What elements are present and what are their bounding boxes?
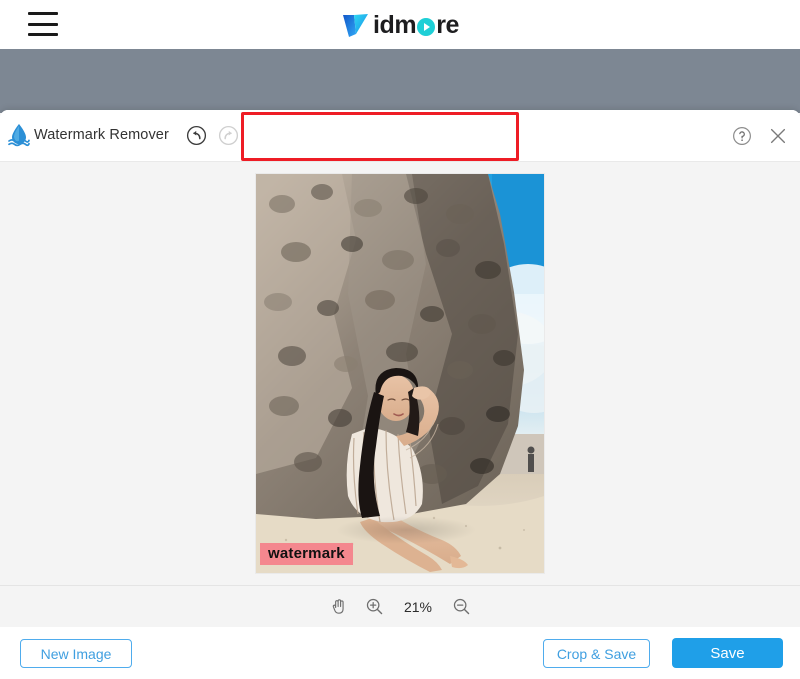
- brand-name-post: re: [436, 13, 459, 38]
- site-header: idm re: [0, 0, 800, 49]
- brand-name-pre: idm: [373, 13, 416, 38]
- photo-preview[interactable]: watermark: [256, 174, 544, 573]
- app-title: Watermark Remover: [34, 127, 169, 143]
- save-button[interactable]: Save: [672, 638, 783, 668]
- brand-play-o-icon: [417, 18, 435, 36]
- editor-footer: New Image Crop & Save Save: [0, 627, 800, 679]
- brand-name: idm re: [373, 13, 459, 38]
- watermark-overlay[interactable]: watermark: [260, 543, 353, 565]
- brand-logo[interactable]: idm re: [0, 0, 800, 49]
- zoom-out-icon[interactable]: [452, 597, 471, 616]
- editor-toolbar: Watermark Remover: [0, 110, 800, 162]
- zoom-controls-bar: 21%: [0, 585, 800, 627]
- vidmore-v-logo-icon: [341, 10, 371, 40]
- toolbar-right-controls: [732, 126, 788, 146]
- watermark-remover-panel: Watermark Remover: [0, 110, 800, 679]
- app-identity: Watermark Remover: [8, 123, 169, 147]
- beach-photo-image: [256, 174, 544, 573]
- help-question-icon[interactable]: [732, 126, 752, 146]
- image-canvas[interactable]: watermark: [0, 162, 800, 585]
- water-drop-icon: [8, 123, 30, 147]
- zoom-in-icon[interactable]: [365, 597, 384, 616]
- new-image-button[interactable]: New Image: [20, 639, 132, 668]
- history-controls: [186, 125, 239, 146]
- app-root: idm re Watermark Remover: [0, 0, 800, 679]
- undo-arrow-icon[interactable]: [186, 125, 207, 146]
- redo-arrow-icon[interactable]: [218, 125, 239, 146]
- close-x-icon[interactable]: [768, 126, 788, 146]
- hand-pan-icon[interactable]: [329, 597, 348, 616]
- crop-and-save-button[interactable]: Crop & Save: [543, 639, 650, 668]
- page-backdrop: [0, 49, 800, 113]
- zoom-level-value: 21%: [401, 599, 435, 615]
